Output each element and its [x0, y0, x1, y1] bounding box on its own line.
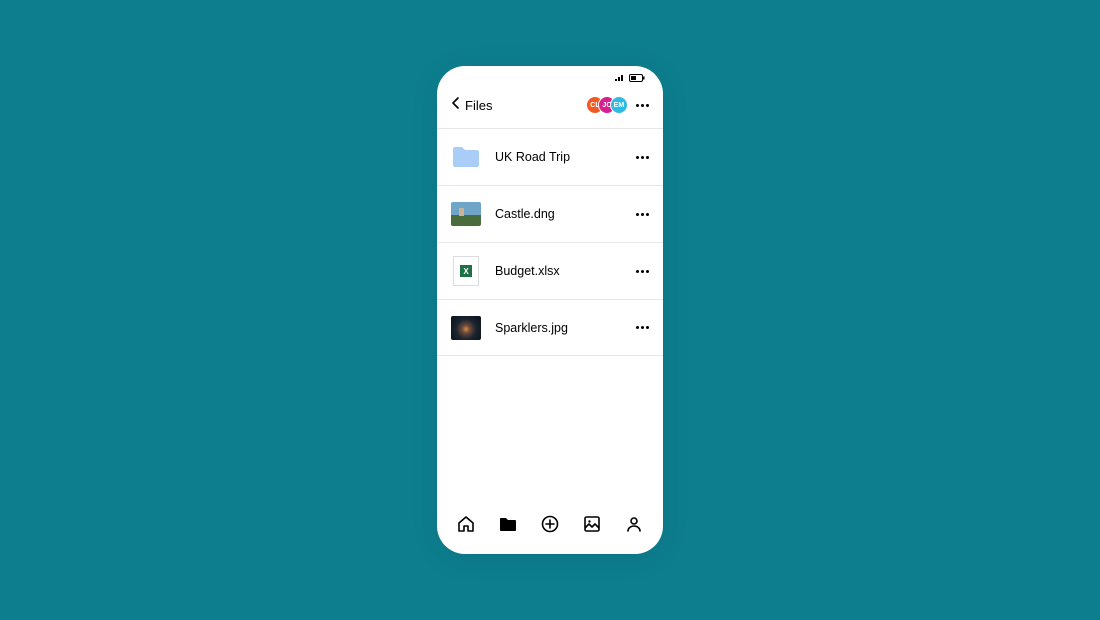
folder-icon [499, 516, 517, 537]
file-name: Castle.dng [495, 207, 630, 221]
bottom-nav [437, 506, 663, 554]
shared-avatars[interactable]: CL JC EM [586, 96, 628, 114]
item-more-button[interactable] [630, 207, 649, 222]
nav-home[interactable] [450, 510, 482, 542]
back-button[interactable]: Files [451, 96, 492, 114]
list-item[interactable]: Sparklers.jpg [437, 299, 663, 356]
photo-icon [583, 515, 601, 538]
file-name: Sparklers.jpg [495, 321, 630, 335]
image-thumbnail [451, 313, 481, 343]
home-icon [457, 515, 475, 538]
list-item[interactable]: Castle.dng [437, 185, 663, 242]
signal-icon [615, 74, 625, 82]
file-list: UK Road Trip Castle.dng X Budget.xlsx Sp [437, 128, 663, 506]
file-name: UK Road Trip [495, 150, 630, 164]
header: Files CL JC EM [437, 86, 663, 128]
battery-icon [629, 74, 645, 82]
plus-circle-icon [541, 515, 559, 538]
excel-file-icon: X [451, 256, 481, 286]
list-item[interactable]: X Budget.xlsx [437, 242, 663, 299]
person-icon [625, 515, 643, 538]
item-more-button[interactable] [630, 150, 649, 165]
phone-frame: Files CL JC EM UK Road Trip Castl [437, 66, 663, 554]
folder-icon [451, 142, 481, 172]
image-thumbnail [451, 199, 481, 229]
nav-files[interactable] [492, 510, 524, 542]
nav-add[interactable] [534, 510, 566, 542]
avatar: EM [610, 96, 628, 114]
nav-account[interactable] [618, 510, 650, 542]
file-name: Budget.xlsx [495, 264, 630, 278]
status-bar [437, 66, 663, 86]
back-label: Files [465, 98, 492, 113]
list-item[interactable]: UK Road Trip [437, 128, 663, 185]
chevron-left-icon [451, 96, 461, 114]
nav-photos[interactable] [576, 510, 608, 542]
item-more-button[interactable] [630, 320, 649, 335]
header-more-button[interactable] [636, 104, 649, 107]
item-more-button[interactable] [630, 264, 649, 279]
